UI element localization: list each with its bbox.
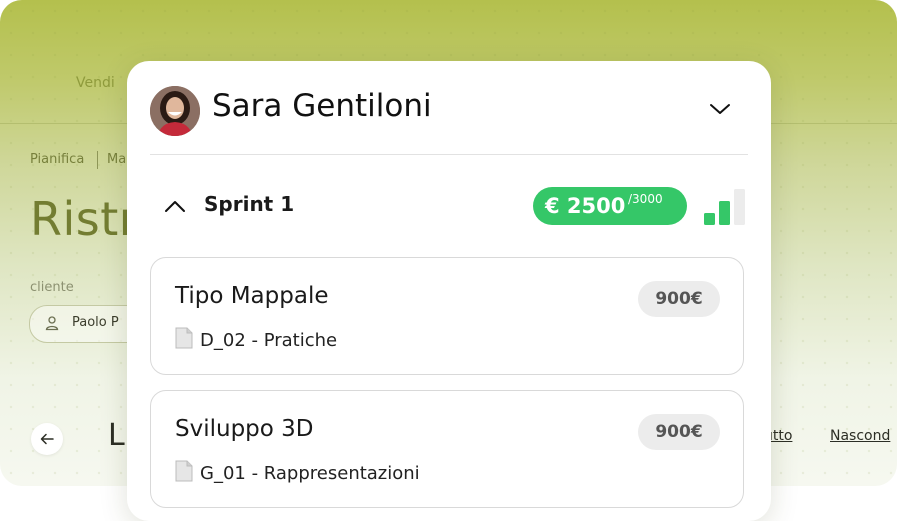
signal-bars-icon xyxy=(704,189,745,225)
user-budget-panel: Sara Gentiloni Sprint 1 € 2500 /3000 Tip… xyxy=(127,61,771,521)
avatar xyxy=(150,86,200,136)
task-card[interactable]: Tipo Mappale 900€ D_02 - Pratiche xyxy=(150,257,744,375)
document-icon xyxy=(175,327,193,349)
task-price: 900€ xyxy=(638,414,720,450)
sprint-collapse-toggle[interactable] xyxy=(163,196,187,216)
signal-bar xyxy=(734,189,745,225)
client-label: cliente xyxy=(30,280,74,295)
link-hide[interactable]: Nascond xyxy=(830,428,890,444)
budget-max: /3000 xyxy=(628,192,663,206)
chevron-down-icon xyxy=(710,104,730,114)
task-price: 900€ xyxy=(638,281,720,317)
task-title: Sviluppo 3D xyxy=(175,416,314,442)
breadcrumb-item-pianifica[interactable]: Pianifica xyxy=(30,152,84,167)
breadcrumb-separator xyxy=(97,151,98,169)
avatar-photo xyxy=(150,86,200,136)
section-heading: L xyxy=(108,418,125,453)
signal-bar xyxy=(704,213,715,225)
nav-item-vendi[interactable]: Vendi xyxy=(76,75,115,91)
budget-value: € 2500 xyxy=(545,194,626,218)
breadcrumb-item-current[interactable]: Ma xyxy=(107,152,126,167)
user-dropdown-toggle[interactable] xyxy=(705,97,735,121)
chevron-up-icon xyxy=(165,201,185,212)
panel-divider xyxy=(150,154,748,155)
back-button[interactable] xyxy=(31,423,63,455)
document-icon xyxy=(175,460,193,482)
sprint-label: Sprint 1 xyxy=(204,192,295,216)
task-document: D_02 - Pratiche xyxy=(200,330,338,351)
budget-badge: € 2500 /3000 xyxy=(533,187,687,225)
task-title: Tipo Mappale xyxy=(175,283,329,309)
task-document: G_01 - Rappresentazioni xyxy=(200,463,420,484)
signal-bar xyxy=(719,201,730,225)
user-name: Sara Gentiloni xyxy=(212,88,432,124)
user-icon xyxy=(45,316,59,331)
arrow-left-icon xyxy=(40,433,54,445)
task-card[interactable]: Sviluppo 3D 900€ G_01 - Rappresentazioni xyxy=(150,390,744,508)
page-title: Ristr xyxy=(30,192,139,246)
client-chip-label: Paolo P xyxy=(72,315,119,330)
